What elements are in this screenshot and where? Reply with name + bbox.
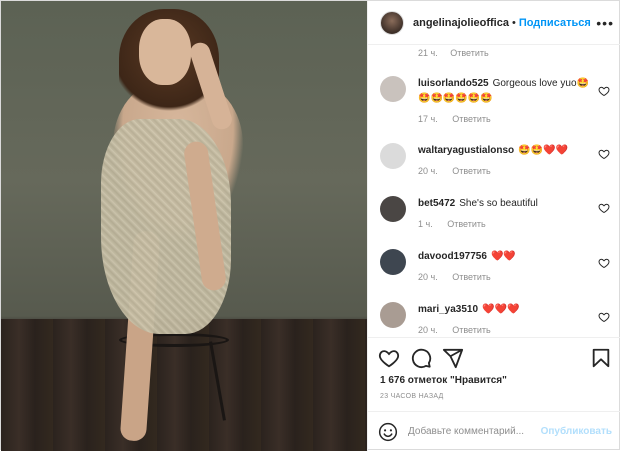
reply-link[interactable]: Ответить	[450, 48, 488, 58]
comment-text: ❤️❤️	[490, 251, 516, 262]
comment-icon[interactable]	[410, 347, 432, 369]
commenter-username[interactable]: davood197756	[418, 251, 487, 262]
comment-text: ❤️❤️❤️	[482, 304, 520, 315]
comment-meta: 17 ч. Ответить	[418, 112, 590, 127]
comment-like-heart-icon[interactable]	[598, 311, 610, 323]
comment-like-heart-icon[interactable]	[598, 85, 610, 97]
reply-link[interactable]: Ответить	[452, 114, 490, 124]
commenter-username[interactable]: luisorlando525	[418, 78, 489, 89]
follow-button[interactable]: Подписаться	[519, 17, 591, 29]
comment-like-heart-icon[interactable]	[598, 257, 610, 269]
commenter-avatar[interactable]	[380, 302, 406, 328]
emoji-icon[interactable]	[378, 422, 398, 442]
post-timestamp[interactable]: 23 ЧАСОВ НАЗАД	[380, 393, 444, 400]
comment-body: waltaryagustialonso 🤩🤩❤️❤️ 20 ч. Ответить	[418, 143, 590, 179]
post-modal: angelinajolieoffica • Подписаться ••• 21…	[0, 0, 620, 451]
post-header: angelinajolieoffica • Подписаться •••	[368, 1, 620, 45]
comment-body: bet5472 She's so beautiful 1 ч. Ответить	[418, 196, 590, 232]
post-actions-bar	[368, 337, 620, 377]
comment-time: 21 ч.	[418, 48, 438, 58]
author-avatar[interactable]	[380, 10, 404, 35]
comment-meta-partial: 21 ч. Ответить	[418, 48, 499, 58]
comment-time: 20 ч.	[418, 325, 438, 335]
comment-meta: 20 ч. Ответить	[418, 270, 590, 285]
commenter-avatar[interactable]	[380, 143, 406, 169]
reply-link[interactable]: Ответить	[452, 272, 490, 282]
comment-time: 20 ч.	[418, 166, 438, 176]
comment-like-heart-icon[interactable]	[598, 148, 610, 160]
photo-figure-face	[139, 19, 191, 85]
comment-meta: 20 ч. Ответить	[418, 323, 590, 337]
post-photo[interactable]	[1, 1, 367, 451]
comment-input[interactable]	[408, 426, 541, 437]
post-side-panel: angelinajolieoffica • Подписаться ••• 21…	[367, 1, 620, 451]
reply-link[interactable]: Ответить	[447, 219, 485, 229]
header-separator: •	[511, 16, 516, 29]
comment-body: davood197756 ❤️❤️ 20 ч. Ответить	[418, 249, 590, 285]
add-comment-row: Опубликовать	[368, 411, 620, 451]
commenter-username[interactable]: bet5472	[418, 198, 455, 209]
paper-plane-icon[interactable]	[442, 347, 464, 369]
more-horizontal-icon[interactable]: •••	[596, 15, 614, 31]
comment-text: 🤩🤩❤️❤️	[518, 145, 568, 156]
commenter-avatar[interactable]	[380, 249, 406, 275]
comment-time: 20 ч.	[418, 272, 438, 282]
comment-meta: 1 ч. Ответить	[418, 217, 590, 232]
publish-button[interactable]: Опубликовать	[541, 426, 612, 437]
comment-body: luisorlando525 Gorgeous love yuo🤩🤩🤩🤩🤩🤩🤩 1…	[418, 76, 590, 127]
comment-time: 1 ч.	[418, 219, 433, 229]
heart-icon[interactable]	[378, 347, 400, 369]
comments-list[interactable]: 21 ч. Ответить luisorlando525 Gorgeous lo…	[368, 45, 620, 337]
reply-link[interactable]: Ответить	[452, 166, 490, 176]
comment-body: mari_ya3510 ❤️❤️❤️ 20 ч. Ответить	[418, 302, 590, 337]
commenter-username[interactable]: waltaryagustialonso	[418, 145, 514, 156]
comment-text: She's so beautiful	[459, 198, 538, 209]
commenter-avatar[interactable]	[380, 76, 406, 102]
comment-time: 17 ч.	[418, 114, 438, 124]
commenter-username[interactable]: mari_ya3510	[418, 304, 478, 315]
likes-count[interactable]: 1 676 отметок "Нравится"	[380, 375, 507, 386]
bookmark-icon[interactable]	[590, 347, 612, 369]
comment-like-heart-icon[interactable]	[598, 202, 610, 214]
author-username[interactable]: angelinajolieoffica	[413, 17, 509, 29]
commenter-avatar[interactable]	[380, 196, 406, 222]
reply-link[interactable]: Ответить	[452, 325, 490, 335]
comment-meta: 20 ч. Ответить	[418, 164, 590, 179]
